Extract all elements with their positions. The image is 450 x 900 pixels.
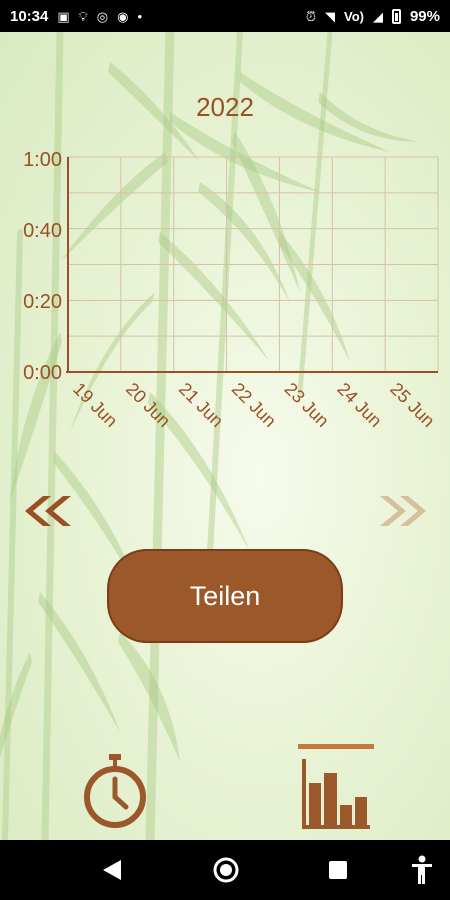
whatsapp-icon: ◎ <box>96 8 109 24</box>
y-tick-label: 0:20 <box>23 291 62 313</box>
stopwatch-icon[interactable] <box>80 752 150 832</box>
recents-icon[interactable] <box>328 860 348 880</box>
x-tick-label: 21 Jun <box>175 379 227 431</box>
y-tick-label: 0:40 <box>23 220 62 242</box>
wifi-icon: ◥ <box>324 8 335 24</box>
system-nav-bar <box>0 840 450 900</box>
dot-icon: • <box>137 8 143 24</box>
signal-icon: ◢ <box>372 8 383 24</box>
back-icon[interactable] <box>101 858 123 882</box>
double-chevron-left-icon[interactable] <box>15 494 71 528</box>
x-tick-label: 22 Jun <box>228 379 280 431</box>
status-bar: 10:34 ▣ 💡︎ ◎ ◉ • ⏰︎ ◥ Vo) ◢ 99% <box>0 0 450 32</box>
x-tick-label: 24 Jun <box>333 379 385 431</box>
x-tick-label: 23 Jun <box>281 379 333 431</box>
y-tick-label: 1:00 <box>23 149 62 171</box>
x-tick-label: 20 Jun <box>122 379 174 431</box>
y-tick-label: 0:00 <box>23 362 62 384</box>
x-tick-label: 19 Jun <box>69 379 121 431</box>
main-content: 2022 1:00 0:40 0:20 0:00 19 Jun 20 Jun 21 … <box>0 32 450 840</box>
accessibility-icon[interactable] <box>411 855 433 885</box>
alarm-icon: ⏰︎ <box>305 8 316 24</box>
image-icon: ▣ <box>57 8 70 24</box>
x-tick-labels: 19 Jun 20 Jun 21 Jun 22 Jun 23 Jun 24 Jun 25 J… <box>69 379 439 431</box>
lightbulb-icon: 💡︎ <box>78 8 88 24</box>
home-icon[interactable] <box>212 856 240 884</box>
battery-percent: 99% <box>409 7 440 25</box>
tab-selected-indicator <box>298 744 374 749</box>
bar-chart-icon[interactable] <box>298 757 374 832</box>
share-button[interactable]: Teilen <box>107 549 343 643</box>
status-time: 10:34 <box>10 7 49 25</box>
usage-chart: 1:00 0:40 0:20 0:00 19 Jun 20 Jun 21 Jun 22… <box>23 149 439 431</box>
double-chevron-right-icon[interactable] <box>380 494 436 528</box>
sync-icon: ◉ <box>117 8 129 24</box>
chart-grid <box>67 156 439 373</box>
network-label: Vo) <box>343 8 364 24</box>
battery-icon <box>391 8 401 24</box>
x-tick-label: 25 Jun <box>386 379 438 431</box>
